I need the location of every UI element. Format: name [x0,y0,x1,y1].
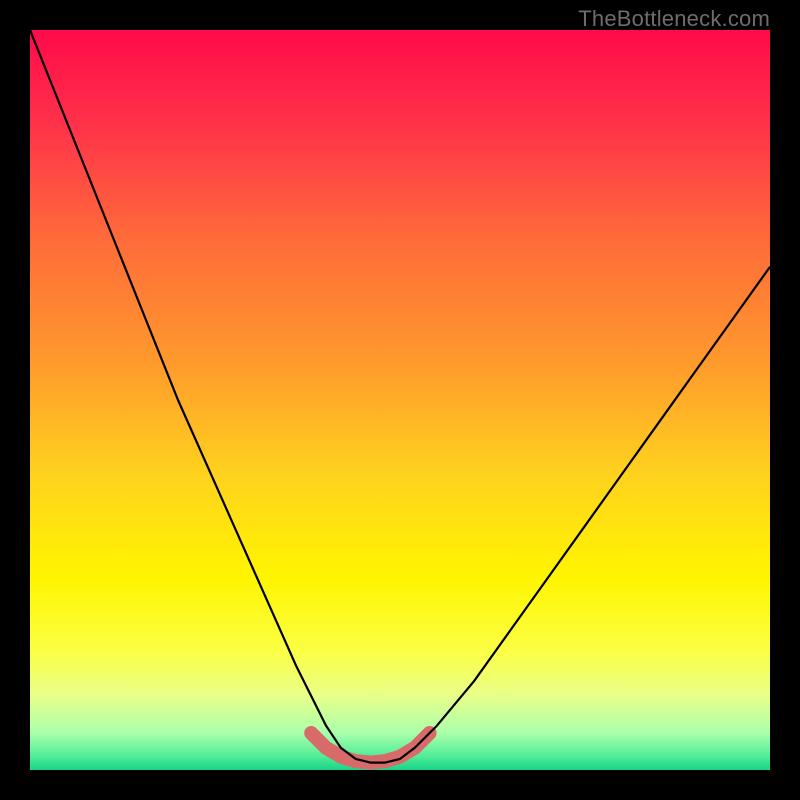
plot-area [30,30,770,770]
watermark-text: TheBottleneck.com [578,6,770,32]
gradient-background [30,30,770,770]
bottleneck-chart [30,30,770,770]
chart-frame: TheBottleneck.com [0,0,800,800]
